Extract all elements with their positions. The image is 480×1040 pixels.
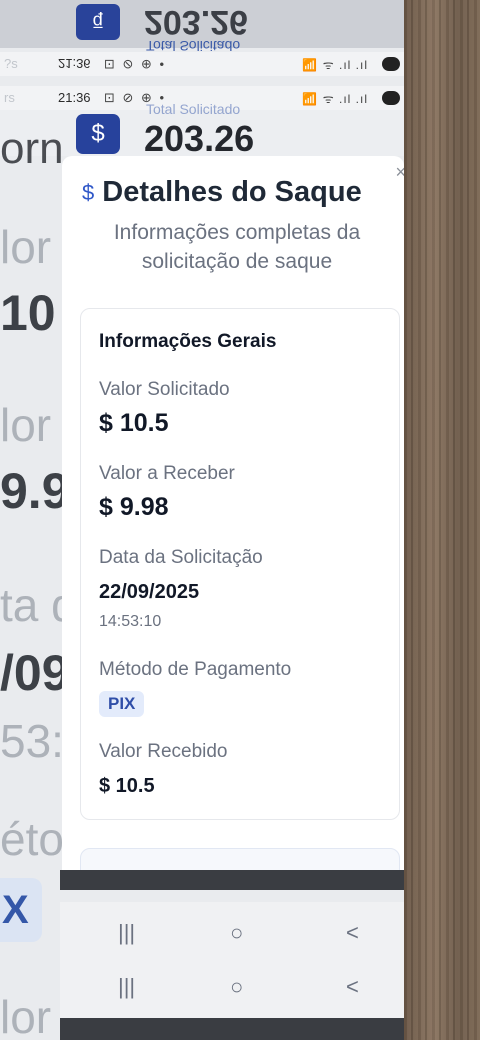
ghost-amount: 203.26 [144, 3, 248, 41]
home-icon[interactable]: ○ [230, 974, 243, 1000]
bg-fragment: 10 [0, 285, 56, 341]
bg-fragment: lor [0, 399, 52, 451]
total-label: Total Solicitado [146, 101, 241, 117]
close-icon[interactable]: × [395, 162, 404, 183]
ghost-edge-icon: ?s [4, 56, 18, 71]
receive-amount-label: Valor a Receber [99, 463, 235, 484]
bg-fragment: 9.9 [0, 463, 70, 519]
back-icon[interactable]: < [346, 920, 359, 946]
home-icon[interactable]: ○ [230, 920, 243, 946]
recent-apps-icon[interactable]: ||| [118, 974, 135, 1000]
divider [60, 1018, 404, 1040]
request-date-label: Data da Solicitação [99, 547, 263, 568]
withdrawal-details-modal: × $ Detalhes do Saque Informações comple… [62, 156, 404, 876]
payment-method-label: Método de Pagamento [99, 659, 292, 680]
ghost-dollar-icon: ₫ [76, 4, 120, 40]
bg-fragment: lor [0, 221, 52, 273]
bg-fragment: étoc [0, 813, 70, 865]
signal-icons: 📶 ᯤ .ıl .ıl [302, 92, 368, 106]
general-info-card: Informações Gerais Valor Solicitado $ 10… [80, 308, 400, 820]
navigation-bar-ghost: ||| ○ < [60, 956, 404, 1018]
bg-fragment: ta d [0, 579, 70, 631]
dollar-icon: $ [82, 179, 95, 205]
modal-subtitle: Informações completas da solicitação de … [113, 221, 361, 273]
recent-apps-icon[interactable]: ||| [118, 920, 135, 946]
dollar-icon: $ [76, 114, 120, 154]
status-time: 21:36 [58, 56, 91, 71]
bg-fragment: 53:1 [0, 715, 70, 767]
battery-icon [382, 57, 400, 71]
requested-amount-label: Valor Solicitado [99, 379, 230, 400]
bg-pix-badge: X [0, 878, 42, 942]
total-amount: 203.26 [144, 118, 255, 159]
wood-surface [404, 0, 480, 1040]
request-time-value: 14:53:10 [99, 613, 162, 630]
modal-header: $ Detalhes do Saque [82, 176, 362, 209]
payment-method-badge: PIX [99, 691, 145, 717]
status-bar-ghost: ?s 21:36 ⊡ ⊘ ⊕ • 📶 ᯤ .ıl .ıl [0, 52, 404, 76]
signal-icons: 📶 ᯤ .ıl .ıl [302, 58, 368, 72]
requested-amount-value: $ 10.5 [99, 409, 169, 437]
back-icon[interactable]: < [346, 974, 359, 1000]
receive-amount-value: $ 9.98 [99, 493, 169, 521]
ghost-edge-icon: rs [4, 90, 15, 105]
navigation-bar: ||| ○ < [60, 902, 404, 964]
modal-title: Detalhes do Saque [102, 176, 362, 208]
section-title: Informações Gerais [99, 331, 277, 352]
battery-icon [382, 91, 400, 105]
bg-fragment: orn [0, 124, 64, 173]
status-time: 21:36 [58, 90, 91, 105]
received-amount-label: Valor Recebido [99, 741, 228, 762]
request-date-value: 22/09/2025 [99, 581, 200, 603]
notification-icons: ⊡ ⊘ ⊕ • [104, 57, 167, 72]
received-amount-value: $ 10.5 [99, 775, 155, 797]
divider [60, 870, 404, 890]
bg-fragment: /09 [0, 645, 70, 701]
